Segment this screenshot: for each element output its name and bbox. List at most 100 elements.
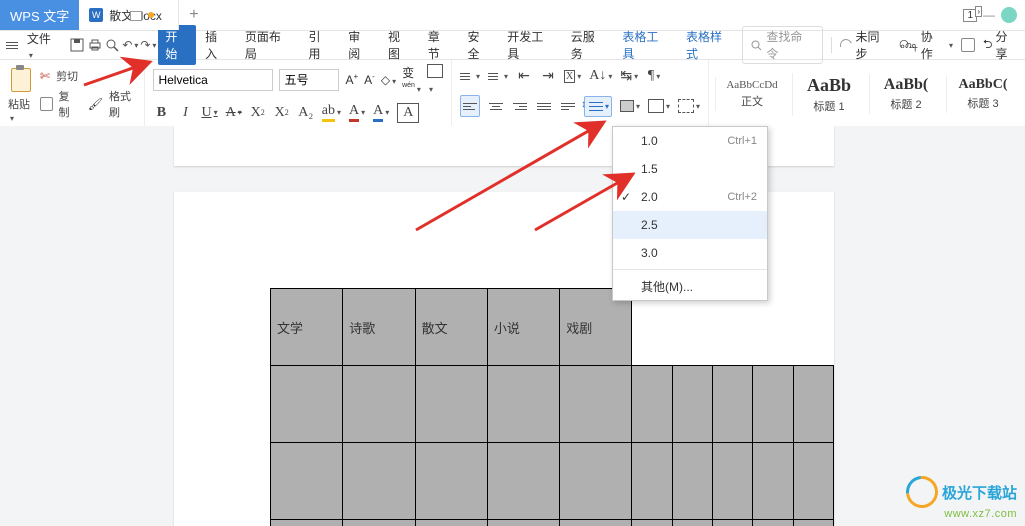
font-color-button[interactable]: A▾	[349, 104, 365, 122]
bullets-button[interactable]: ▾	[460, 67, 480, 85]
clear-format-button[interactable]: ◇▾	[381, 73, 396, 87]
window-count-badge[interactable]: 1›	[963, 9, 977, 22]
sync-icon	[838, 37, 854, 53]
increase-indent-button[interactable]: ⇥	[540, 67, 556, 85]
document-tab[interactable]: W 散文.docx	[79, 0, 179, 30]
tab-view[interactable]: 视图	[381, 25, 419, 65]
para-layout-button[interactable]: ▾	[678, 97, 700, 115]
save-icon[interactable]	[69, 37, 85, 53]
undo-icon[interactable]: ↶▾	[122, 37, 138, 53]
tab-home[interactable]: 开始	[158, 25, 196, 65]
format-painter-button[interactable]: 🖌格式刷	[88, 88, 137, 120]
ribbon: 粘贴▾ ✄剪切 复制 🖌格式刷 A+ A- ◇▾ 变wén▾ ▾ B I U▾ …	[0, 60, 1025, 129]
char-border-button[interactable]: ▾	[427, 64, 443, 95]
font-name-select[interactable]	[153, 69, 273, 91]
group-font: A+ A- ◇▾ 变wén▾ ▾ B I U▾ A▾ X2 X2 A₂ ab▾ …	[145, 60, 451, 128]
phonetic-guide-button[interactable]: 变wén▾	[402, 64, 421, 95]
style-normal[interactable]: AaBbCcDd 正文	[715, 77, 788, 111]
tab-table-styles[interactable]: 表格样式	[679, 25, 741, 65]
show-marks-button[interactable]: ¶▾	[646, 67, 662, 85]
font-color2-button[interactable]: A▾	[373, 104, 389, 122]
char-shading-button[interactable]: A	[397, 103, 419, 123]
cut-button[interactable]: ✄剪切	[40, 68, 136, 84]
redo-icon[interactable]: ↷▾	[140, 37, 156, 53]
command-search[interactable]: 查找命令	[742, 26, 822, 64]
tab-sections[interactable]: 章节	[421, 25, 459, 65]
print-icon[interactable]	[87, 37, 103, 53]
tab-references[interactable]: 引用	[301, 25, 339, 65]
hamburger-icon[interactable]	[6, 40, 18, 51]
preview-icon[interactable]	[105, 37, 121, 53]
copy-button[interactable]: 复制	[40, 88, 78, 120]
line-spacing-button[interactable]: ▾	[584, 96, 612, 117]
line-spacing-option[interactable]: 1.5	[613, 155, 767, 183]
line-spacing-option[interactable]: 3.0	[613, 239, 767, 267]
table-cell[interactable]: 文学	[271, 289, 343, 366]
tab-settings-button[interactable]: ↹▾	[620, 67, 638, 85]
style-heading3[interactable]: AaBbC( 标题 3	[946, 75, 1019, 113]
tab-developer[interactable]: 开发工具	[500, 25, 562, 65]
highlight-button[interactable]: ab▾	[322, 104, 341, 122]
decrease-font-button[interactable]: A-	[364, 72, 375, 87]
document-table[interactable]: 文学 诗歌 散文 小说 戏剧	[270, 288, 834, 526]
sort-button[interactable]: A↓▾	[589, 67, 612, 85]
collab-button[interactable]: ௸协作▾	[899, 28, 953, 62]
people-icon: ௸	[899, 37, 918, 53]
style-heading2[interactable]: AaBb( 标题 2	[869, 74, 942, 114]
line-spacing-option[interactable]: ✓ 2.0Ctrl+2	[613, 183, 767, 211]
distribute-button[interactable]	[560, 97, 576, 115]
tab-insert[interactable]: 插入	[198, 25, 236, 65]
line-spacing-menu: 1.0Ctrl+1 1.5 ✓ 2.0Ctrl+2 2.5 3.0 其他(M).…	[612, 126, 768, 301]
table-row[interactable]	[271, 520, 834, 526]
italic-button[interactable]: I	[177, 104, 193, 122]
shading-button[interactable]: ▾	[620, 97, 640, 115]
user-avatar[interactable]	[1001, 7, 1017, 23]
numbering-button[interactable]: ▾	[488, 67, 508, 85]
paste-icon[interactable]	[8, 64, 34, 92]
borders-button[interactable]: ▾	[648, 97, 670, 115]
presentation-mode-icon[interactable]	[130, 11, 142, 21]
tab-security[interactable]: 安全	[461, 25, 499, 65]
font-size-select[interactable]	[279, 69, 339, 91]
paste-button[interactable]: 粘贴▾	[8, 96, 34, 124]
table-cell[interactable]: 诗歌	[343, 289, 415, 366]
align-center-button[interactable]	[488, 97, 504, 115]
watermark: 极光下载站 www.xz7.com	[906, 476, 1017, 520]
underline-button[interactable]: U▾	[201, 104, 217, 122]
align-right-button[interactable]	[512, 97, 528, 115]
file-menu[interactable]: 文件 ▾	[20, 27, 67, 64]
copy-icon	[40, 97, 53, 111]
align-justify-button[interactable]	[536, 97, 552, 115]
table-cell[interactable]: 散文	[415, 289, 487, 366]
search-icon	[751, 40, 762, 51]
subscript-button[interactable]: X2	[274, 104, 290, 122]
superscript-button[interactable]: X2	[250, 104, 266, 122]
settings-icon[interactable]	[961, 38, 975, 52]
increase-font-button[interactable]: A+	[345, 72, 358, 87]
table-cell[interactable]: 小说	[487, 289, 559, 366]
line-spacing-option[interactable]: 2.5	[613, 211, 767, 239]
table-row[interactable]	[271, 443, 834, 520]
style-heading1[interactable]: AaBb 标题 1	[792, 73, 865, 116]
tab-review[interactable]: 审阅	[341, 25, 379, 65]
sync-status[interactable]: 未同步	[840, 28, 891, 62]
text-direction-button[interactable]: X▾	[564, 67, 581, 85]
align-left-button[interactable]	[460, 95, 480, 117]
strikethrough-button[interactable]: A▾	[226, 104, 242, 122]
new-tab-button[interactable]: +	[179, 6, 209, 24]
tab-cloud[interactable]: 云服务	[564, 25, 614, 65]
decrease-indent-button[interactable]: ⇤	[516, 67, 532, 85]
share-button[interactable]: ⮌ 分享	[983, 28, 1019, 62]
group-paragraph: ▾ ▾ ⇤ ⇥ X▾ A↓▾ ↹▾ ¶▾ ▾ ▾ ▾ ▾	[452, 60, 709, 128]
line-spacing-option[interactable]: 1.0Ctrl+1	[613, 127, 767, 155]
change-case-button[interactable]: A₂	[298, 104, 314, 122]
bold-button[interactable]: B	[153, 104, 169, 122]
table-row[interactable]	[271, 366, 834, 443]
document-canvas[interactable]: 文学 诗歌 散文 小说 戏剧	[0, 126, 1025, 526]
check-icon: ✓	[621, 190, 631, 204]
tab-table-tools[interactable]: 表格工具	[615, 25, 677, 65]
unsaved-indicator	[148, 12, 154, 18]
app-name: WPS 文字	[0, 0, 79, 30]
tab-page-layout[interactable]: 页面布局	[238, 25, 300, 65]
line-spacing-other[interactable]: 其他(M)...	[613, 272, 767, 300]
